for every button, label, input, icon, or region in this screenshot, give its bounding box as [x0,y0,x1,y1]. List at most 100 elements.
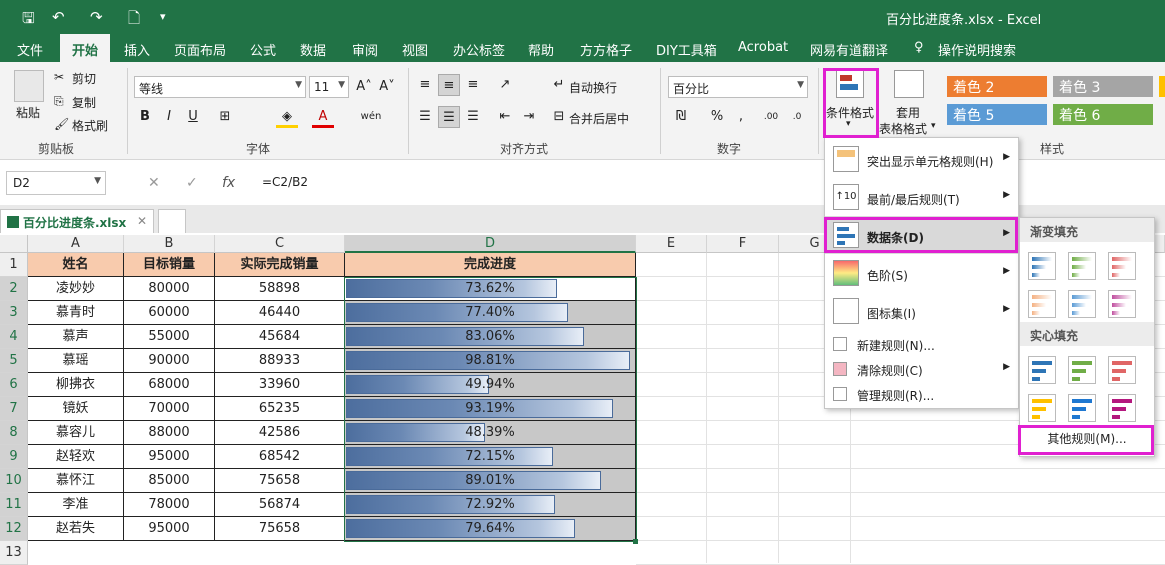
copy-button[interactable]: 复制 [72,94,96,111]
table-format-label-2[interactable]: 表格格式 [879,120,927,137]
table-format-label-1[interactable]: 套用 [896,104,920,121]
decrease-decimal-icon[interactable]: .0 [786,106,808,128]
increase-decimal-icon[interactable]: .00 [760,106,782,128]
table-cell[interactable]: 75658 [215,469,345,493]
menu-file[interactable]: 文件 [17,40,43,59]
table-cell[interactable]: 60000 [124,301,215,325]
close-icon[interactable]: ✕ [137,214,147,228]
menu-view[interactable]: 视图 [402,40,428,59]
formula-input[interactable]: =C2/B2 [262,175,308,189]
table-cell[interactable]: 33960 [215,373,345,397]
table-format-icon[interactable] [894,70,924,98]
font-color-icon[interactable]: A [312,106,334,128]
menu-youdao[interactable]: 网易有道翻译 [810,40,888,59]
column-header-d[interactable]: D [345,235,636,253]
menu-tell-me[interactable]: 操作说明搜索 [938,40,1016,59]
wrap-text-icon[interactable]: ↵ [548,74,570,96]
table-cell[interactable]: 慕青时 [28,301,124,325]
gradient-data-bar-option[interactable] [1108,252,1136,280]
format-painter-icon[interactable]: 🖌 [54,117,69,131]
column-header-e[interactable]: E [636,235,707,253]
phonetic-icon[interactable]: wén [360,106,382,128]
gradient-data-bar-option[interactable] [1068,290,1096,318]
select-all-corner[interactable] [0,235,28,253]
menu-color-scales[interactable]: 色阶(S) ▶ [825,254,1018,292]
customize-qa-icon[interactable]: ▾ [160,10,166,23]
menu-page-layout[interactable]: 页面布局 [174,40,226,59]
font-name-select[interactable]: 等线 ▼ [134,76,306,98]
table-cell[interactable]: 68542 [215,445,345,469]
gradient-data-bar-option[interactable] [1068,252,1096,280]
italic-icon[interactable]: I [158,106,180,128]
row-header-9[interactable]: 9 [0,445,28,469]
table-cell[interactable]: 70000 [124,397,215,421]
table-cell[interactable]: 90000 [124,349,215,373]
menu-fangfang[interactable]: 方方格子 [580,40,632,59]
table-cell[interactable]: 88933 [215,349,345,373]
table-cell[interactable]: 柳拂衣 [28,373,124,397]
menu-diy-toolbox[interactable]: DIY工具箱 [656,40,717,59]
solid-data-bar-option[interactable] [1108,356,1136,384]
table-cell[interactable]: 55000 [124,325,215,349]
align-middle-icon[interactable]: ≡ [438,74,460,96]
table-cell[interactable]: 88000 [124,421,215,445]
increase-font-icon[interactable]: A˄ [353,76,375,98]
menu-insert[interactable]: 插入 [124,40,150,59]
percent-icon[interactable]: % [706,106,728,128]
solid-data-bar-option[interactable] [1108,394,1136,422]
table-cell[interactable]: 68000 [124,373,215,397]
comma-icon[interactable]: , [730,106,752,128]
row-header-6[interactable]: 6 [0,373,28,397]
save-icon[interactable]: 🖫 [22,8,35,33]
menu-manage-rules[interactable]: 管理规则(R)... [825,382,1018,406]
copy-icon[interactable]: ⎘ [54,94,64,109]
row-header-3[interactable]: 3 [0,301,28,325]
column-header-f[interactable]: F [707,235,779,253]
menu-help[interactable]: 帮助 [528,40,554,59]
accounting-icon[interactable]: ₪ [670,106,692,128]
table-cell[interactable]: 镜妖 [28,397,124,421]
table-cell[interactable]: 80000 [124,277,215,301]
table-cell[interactable]: 慕怀江 [28,469,124,493]
decrease-font-icon[interactable]: A˅ [376,76,398,98]
fill-handle[interactable] [633,539,638,544]
underline-icon[interactable]: U [182,106,204,128]
format-painter-button[interactable]: 格式刷 [72,117,108,134]
bold-icon[interactable]: B [134,106,156,128]
table-cell[interactable]: 75658 [215,517,345,541]
row-header-11[interactable]: 11 [0,493,28,517]
menu-new-rule[interactable]: 新建规则(N)... [825,332,1018,356]
table-cell[interactable]: 58898 [215,277,345,301]
decrease-indent-icon[interactable]: ⇤ [494,106,516,128]
row-header-7[interactable]: 7 [0,397,28,421]
solid-data-bar-option[interactable] [1068,394,1096,422]
align-bottom-icon[interactable]: ≡ [462,74,484,96]
table-cell[interactable]: 凌妙妙 [28,277,124,301]
gradient-data-bar-option[interactable] [1028,290,1056,318]
enter-icon[interactable]: ✓ [186,175,198,191]
column-header-c[interactable]: C [215,235,345,253]
cut-button[interactable]: 剪切 [72,70,96,87]
table-cell[interactable]: 慕瑶 [28,349,124,373]
table-cell[interactable]: 赵若失 [28,517,124,541]
table-cell[interactable]: 45684 [215,325,345,349]
solid-data-bar-option[interactable] [1068,356,1096,384]
accent-3-style[interactable]: 着色 3 [1053,76,1153,97]
menu-office-tab[interactable]: 办公标签 [453,40,505,59]
menu-top-bottom-rules[interactable]: ↑10 最前/最后规则(T) ▶ [825,178,1018,216]
row-header-8[interactable]: 8 [0,421,28,445]
gradient-data-bar-option[interactable] [1108,290,1136,318]
align-top-icon[interactable]: ≡ [414,74,436,96]
merge-center-button[interactable]: 合并后居中 [569,110,629,127]
accent-6-style[interactable]: 着色 6 [1053,104,1153,125]
row-header-12[interactable]: 12 [0,517,28,541]
table-cell[interactable]: 95000 [124,445,215,469]
table-cell[interactable]: 85000 [124,469,215,493]
table-cell[interactable]: 65235 [215,397,345,421]
menu-data[interactable]: 数据 [300,40,326,59]
border-icon[interactable]: ⊞ [214,106,236,128]
row-header-10[interactable]: 10 [0,469,28,493]
table-cell[interactable]: 95000 [124,517,215,541]
table-cell[interactable]: 赵轻欢 [28,445,124,469]
scissors-icon[interactable]: ✂ [54,70,64,84]
